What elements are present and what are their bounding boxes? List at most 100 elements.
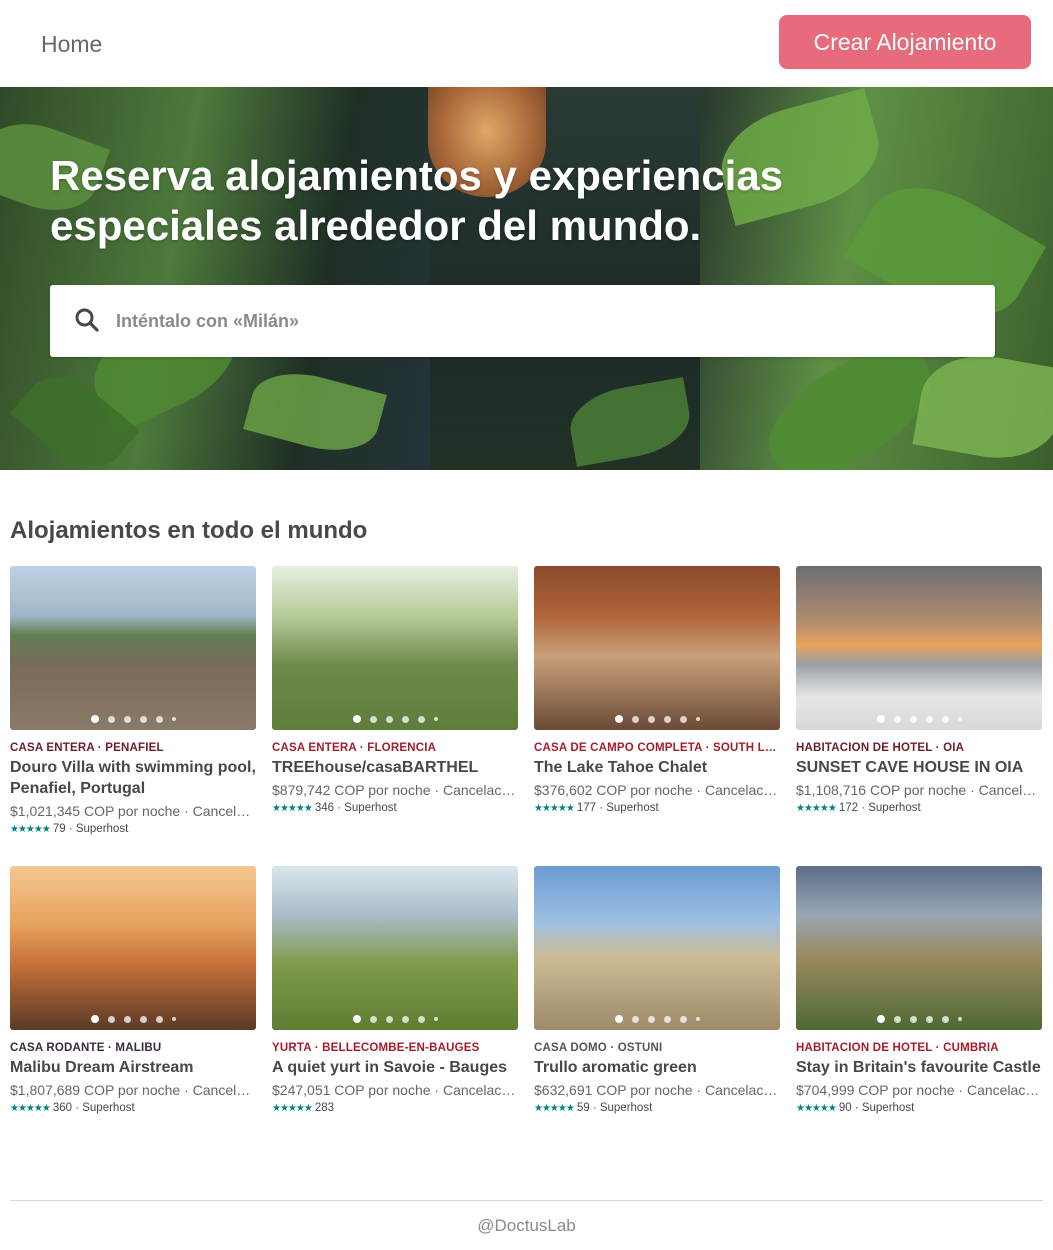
listing-type: CASA DE CAMPO COMPLETA · SOUTH LAKE TAHO…	[534, 742, 780, 754]
listing-photo[interactable]	[534, 866, 780, 1030]
carousel-dot[interactable]	[695, 1017, 700, 1021]
carousel-dot[interactable]	[679, 1015, 687, 1023]
carousel-dot[interactable]	[401, 715, 409, 723]
listing-title[interactable]: Douro Villa with swimming pool, Penafiel…	[10, 757, 256, 799]
top-navbar: Home Crear Alojamiento	[0, 0, 1053, 87]
listing-card[interactable]: CASA RODANTE · MALIBÚ Malibu Dream Airstr…	[10, 866, 256, 1114]
listing-card[interactable]: CASA DOMO · OSTUNI Trullo aromatic green $…	[534, 866, 780, 1114]
carousel-dot[interactable]	[90, 715, 99, 723]
listing-photo[interactable]	[272, 866, 518, 1030]
hero-title: Reserva alojamientos y experiencias espe…	[50, 152, 784, 249]
review-count: 79 · Superhost	[52, 823, 129, 835]
rating-stars-icon: ★★★★★	[796, 802, 837, 814]
carousel-dot[interactable]	[352, 715, 361, 723]
carousel-dot[interactable]	[107, 715, 115, 723]
carousel-dot[interactable]	[909, 715, 917, 723]
carousel-dot[interactable]	[876, 715, 885, 723]
carousel-dot[interactable]	[171, 717, 176, 721]
carousel-dot[interactable]	[647, 1015, 655, 1023]
listing-card[interactable]: HABITACIÓN DE HOTEL · OIA SUNSET CAVE HOU…	[796, 566, 1042, 814]
photo-carousel-dots[interactable]	[534, 715, 780, 723]
carousel-dot[interactable]	[369, 715, 377, 723]
listing-title[interactable]: A quiet yurt in Savoie - Bauges	[272, 1057, 518, 1078]
carousel-dot[interactable]	[941, 715, 949, 723]
listing-rating: ★★★★★ 90 · Superhost	[796, 1102, 1042, 1114]
listing-photo[interactable]	[534, 566, 780, 730]
search-bar[interactable]	[50, 285, 995, 357]
create-listing-button[interactable]: Crear Alojamiento	[779, 15, 1031, 69]
photo-carousel-dots[interactable]	[272, 1015, 518, 1023]
listing-title[interactable]: The Lake Tahoe Chalet	[534, 757, 780, 778]
search-input[interactable]	[116, 299, 976, 343]
carousel-dot[interactable]	[663, 715, 671, 723]
listing-title[interactable]: TREEhouse/casaBARTHEL	[272, 757, 518, 778]
carousel-dot[interactable]	[107, 1015, 115, 1023]
listing-photo[interactable]	[796, 866, 1042, 1030]
carousel-dot[interactable]	[631, 1015, 639, 1023]
photo-carousel-dots[interactable]	[796, 1015, 1042, 1023]
listing-title[interactable]: Malibu Dream Airstream	[10, 1057, 256, 1078]
carousel-dot[interactable]	[647, 715, 655, 723]
carousel-dot[interactable]	[90, 1015, 99, 1023]
carousel-dot[interactable]	[957, 717, 962, 721]
carousel-dot[interactable]	[139, 1015, 147, 1023]
carousel-dot[interactable]	[417, 1015, 425, 1023]
carousel-dot[interactable]	[893, 1015, 901, 1023]
review-count: 177 · Superhost	[576, 802, 659, 814]
listing-rating: ★★★★★ 59 · Superhost	[534, 1102, 780, 1114]
listing-card[interactable]: YURTA · BELLECOMBE-EN-BAUGES A quiet yurt…	[272, 866, 518, 1114]
listing-photo[interactable]	[10, 866, 256, 1030]
photo-carousel-dots[interactable]	[534, 1015, 780, 1023]
listing-card[interactable]: CASA DE CAMPO COMPLETA · SOUTH LAKE TAHO…	[534, 566, 780, 814]
listing-card[interactable]: CASA ENTERA · PENAFIEL Douro Villa with s…	[10, 566, 256, 835]
listing-price: $704,999 COP por noche · Cancelación gra…	[796, 1082, 1042, 1098]
carousel-dot[interactable]	[123, 715, 131, 723]
listing-price: $247,051 COP por noche · Cancelación gra…	[272, 1082, 518, 1098]
carousel-dot[interactable]	[925, 1015, 933, 1023]
home-link[interactable]: Home	[41, 31, 102, 58]
carousel-dot[interactable]	[957, 1017, 962, 1021]
carousel-dot[interactable]	[155, 715, 163, 723]
carousel-dot[interactable]	[679, 715, 687, 723]
photo-carousel-dots[interactable]	[10, 1015, 256, 1023]
carousel-dot[interactable]	[385, 715, 393, 723]
carousel-dot[interactable]	[401, 1015, 409, 1023]
carousel-dot[interactable]	[369, 1015, 377, 1023]
carousel-dot[interactable]	[876, 1015, 885, 1023]
carousel-dot[interactable]	[614, 1015, 623, 1023]
carousel-dot[interactable]	[417, 715, 425, 723]
photo-carousel-dots[interactable]	[10, 715, 256, 723]
rating-stars-icon: ★★★★★	[796, 1102, 837, 1114]
carousel-dot[interactable]	[385, 1015, 393, 1023]
listing-title[interactable]: SUNSET CAVE HOUSE IN OIA	[796, 757, 1042, 778]
hero-banner: Reserva alojamientos y experiencias espe…	[0, 87, 1053, 470]
listing-card[interactable]: CASA ENTERA · FLORENCIA TREEhouse/casaBAR…	[272, 566, 518, 814]
carousel-dot[interactable]	[663, 1015, 671, 1023]
listing-title[interactable]: Trullo aromatic green	[534, 1057, 780, 1078]
carousel-dot[interactable]	[155, 1015, 163, 1023]
listing-photo[interactable]	[272, 566, 518, 730]
listing-type: HABITACIÓN DE HOTEL · OIA	[796, 742, 965, 754]
photo-carousel-dots[interactable]	[796, 715, 1042, 723]
carousel-dot[interactable]	[139, 715, 147, 723]
carousel-dot[interactable]	[352, 1015, 361, 1023]
carousel-dot[interactable]	[909, 1015, 917, 1023]
carousel-dot[interactable]	[941, 1015, 949, 1023]
listing-card[interactable]: HABITACIÓN DE HOTEL · CUMBRIA Stay in Bri…	[796, 866, 1042, 1114]
carousel-dot[interactable]	[433, 717, 438, 721]
carousel-dot[interactable]	[614, 715, 623, 723]
carousel-dot[interactable]	[433, 1017, 438, 1021]
carousel-dot[interactable]	[925, 715, 933, 723]
carousel-dot[interactable]	[171, 1017, 176, 1021]
photo-carousel-dots[interactable]	[272, 715, 518, 723]
carousel-dot[interactable]	[893, 715, 901, 723]
carousel-dot[interactable]	[631, 715, 639, 723]
listing-rating: ★★★★★ 177 · Superhost	[534, 802, 780, 814]
review-count: 90 · Superhost	[838, 1102, 915, 1114]
carousel-dot[interactable]	[123, 1015, 131, 1023]
listing-title[interactable]: Stay in Britain's favourite Castle	[796, 1057, 1042, 1078]
listing-photo[interactable]	[796, 566, 1042, 730]
listing-photo[interactable]	[10, 566, 256, 730]
carousel-dot[interactable]	[695, 717, 700, 721]
rating-stars-icon: ★★★★★	[534, 802, 575, 814]
